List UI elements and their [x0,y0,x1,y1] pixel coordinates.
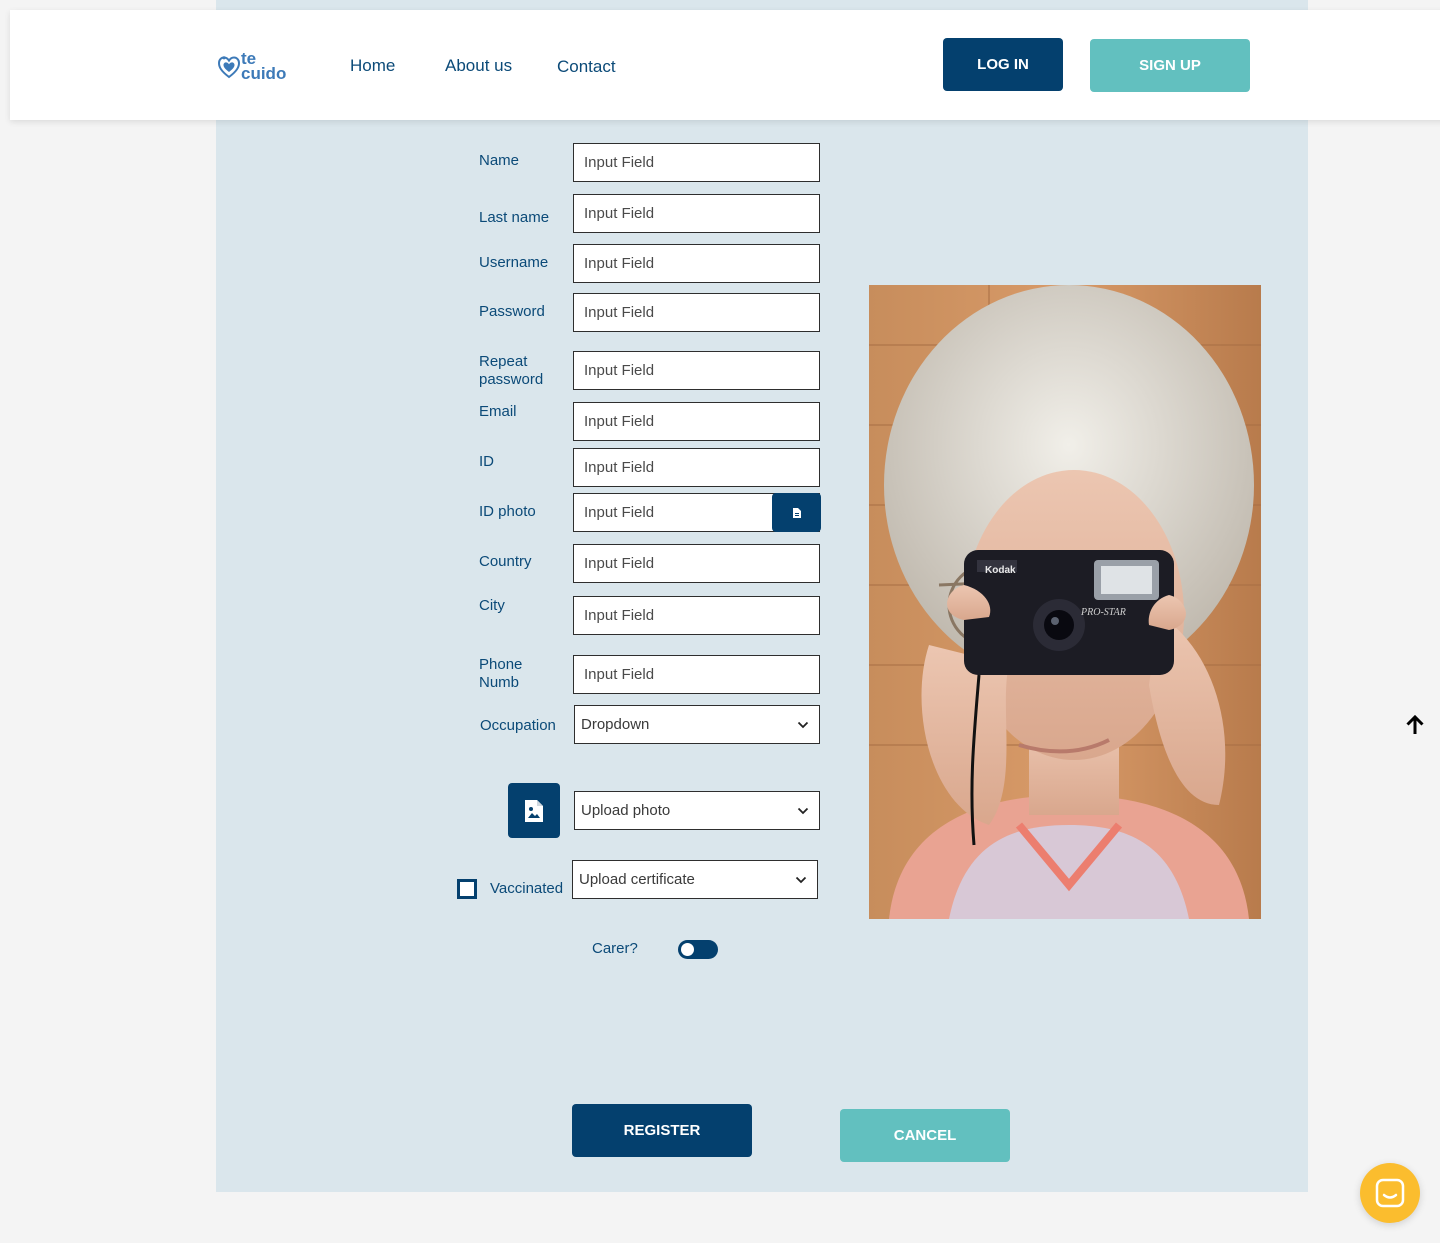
signup-button[interactable]: SIGN UP [1090,39,1250,92]
city-input[interactable] [573,596,820,635]
repeat-password-input[interactable] [573,351,820,390]
top-navbar: te cuido Home About us Contact LOG IN SI… [10,10,1440,120]
chat-widget-button[interactable] [1360,1163,1420,1223]
phone-label-line1: Phone [479,656,523,673]
vaccinated-checkbox[interactable] [457,879,477,899]
upload-photo-button[interactable] [508,783,560,838]
name-input[interactable] [573,143,820,182]
chevron-down-icon [797,807,809,814]
country-label: Country [479,553,532,570]
chevron-down-icon [795,876,807,883]
brand-logo[interactable]: te cuido [218,50,288,83]
name-label: Name [479,152,520,169]
city-label: City [479,597,505,614]
register-button[interactable]: REGISTER [572,1104,752,1157]
username-label: Username [479,254,549,271]
upload-certificate-dropdown[interactable]: Upload certificate [572,860,818,899]
email-input[interactable] [573,402,820,441]
heart-logo-icon [218,56,240,79]
elderly-woman-camera-photo: Kodak PRO-STAR [869,285,1261,919]
cancel-button[interactable]: CANCEL [840,1109,1010,1162]
password-label: Password [479,303,545,320]
last-name-label: Last name [479,209,550,226]
id-input[interactable] [573,448,820,487]
repeat-password-label: Repeat password [479,353,543,389]
login-button[interactable]: LOG IN [943,38,1063,91]
carer-toggle[interactable] [678,940,718,959]
upload-photo-dropdown[interactable]: Upload photo [574,791,820,830]
chevron-down-icon [797,721,809,728]
svg-text:Kodak: Kodak [985,565,1016,576]
phone-label-line2: Numb [479,674,520,691]
brand-word-2: cuido [241,64,287,83]
occupation-label: Occupation [480,717,556,734]
image-file-icon [525,799,543,822]
nav-contact-link[interactable]: Contact [557,57,616,77]
vaccinated-label: Vaccinated [490,880,564,897]
occupation-dropdown[interactable]: Dropdown [574,705,820,744]
carer-label: Carer? [592,940,638,957]
nav-about-link[interactable]: About us [445,56,512,76]
last-name-input[interactable] [573,194,820,233]
repeat-password-label-line1: Repeat [479,353,528,370]
upload-certificate-dropdown-value: Upload certificate [579,871,695,888]
svg-text:PRO-STAR: PRO-STAR [1080,607,1126,618]
phone-label: Phone Numb [479,656,522,692]
nav-home-link[interactable]: Home [350,56,395,76]
carer-toggle-knob [681,943,694,956]
upload-photo-dropdown-value: Upload photo [581,802,671,819]
country-input[interactable] [573,544,820,583]
id-label: ID [479,453,494,470]
id-photo-label: ID photo [479,503,536,520]
chat-icon [1375,1178,1405,1208]
password-input[interactable] [573,293,820,332]
username-input[interactable] [573,244,820,283]
arrow-up-icon [1406,714,1424,734]
back-to-top-button[interactable] [1404,714,1426,736]
brand-wordmark: te cuido [241,50,287,83]
occupation-dropdown-value: Dropdown [581,716,650,733]
repeat-password-label-line2: password [479,371,544,388]
phone-input[interactable] [573,655,820,694]
email-label: Email [479,403,517,420]
id-photo-upload-button[interactable] [772,493,821,532]
file-icon [792,507,801,518]
